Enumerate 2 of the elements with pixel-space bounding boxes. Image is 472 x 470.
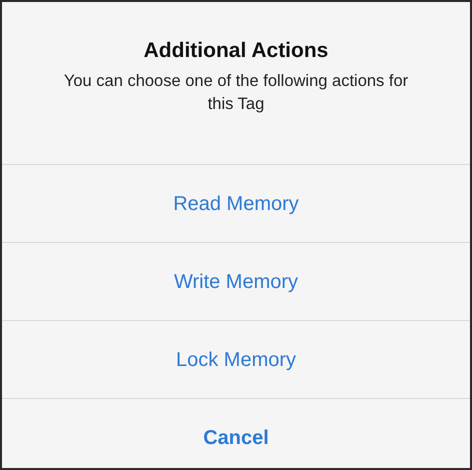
sheet-message: You can choose one of the following actions for this Tag <box>62 71 410 115</box>
sheet-title: Additional Actions <box>144 38 328 64</box>
